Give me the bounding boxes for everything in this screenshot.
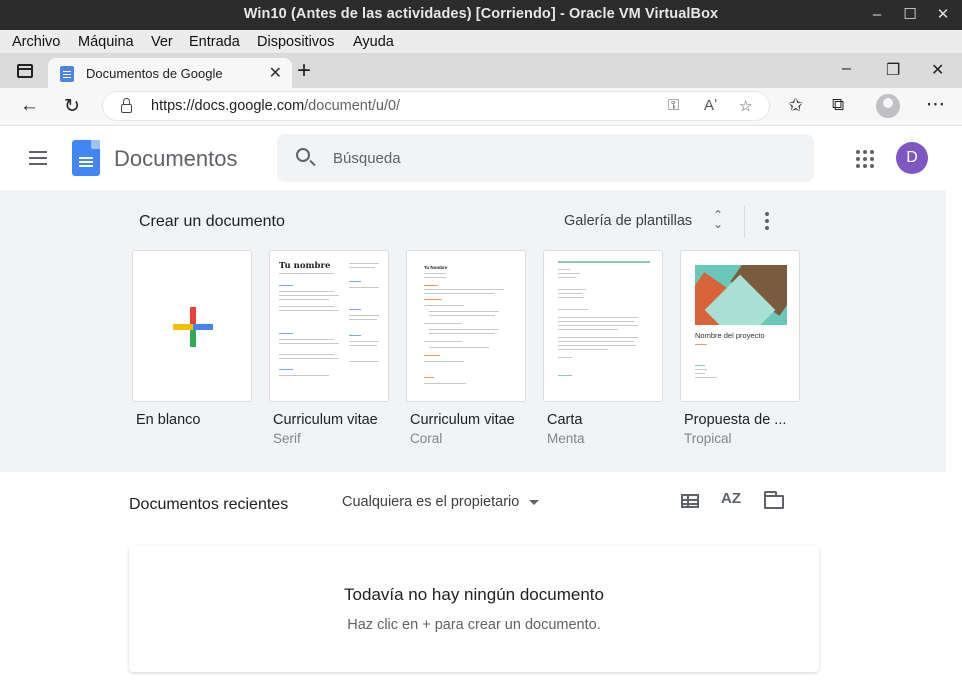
empty-state-title: Todavía no hay ningún documento	[344, 585, 604, 604]
app-name[interactable]: Documentos	[114, 146, 238, 172]
browser-tab[interactable]: Documentos de Google ✕	[48, 58, 292, 88]
maximize-icon[interactable]: ☐	[899, 4, 921, 26]
add-favorite-icon[interactable]: ☆	[739, 97, 752, 115]
template-letter-mint[interactable]: Carta Menta	[543, 250, 663, 446]
key-icon[interactable]: ⚿	[668, 97, 679, 114]
back-icon[interactable]: ←	[20, 95, 39, 117]
tab-actions-icon[interactable]	[17, 64, 33, 78]
template-thumbnail[interactable]	[543, 250, 663, 402]
list-view-icon[interactable]	[681, 494, 699, 508]
close-tab-icon[interactable]: ✕	[269, 63, 282, 83]
main-menu-icon[interactable]	[29, 151, 47, 165]
tab-title: Documentos de Google	[86, 66, 223, 81]
template-resume-serif[interactable]: Tu nombre Curriculum vitae Serif	[269, 250, 389, 446]
google-apps-icon[interactable]	[856, 150, 874, 168]
search-icon[interactable]	[296, 148, 310, 162]
divider	[744, 206, 745, 238]
menu-entrada[interactable]: Entrada	[189, 34, 240, 50]
browser-toolbar: ← ↻ https://docs.google.com/document/u/0…	[0, 88, 962, 126]
empty-state-card: Todavía no hay ningún documento Haz clic…	[129, 546, 819, 672]
template-thumbnail[interactable]: Tu Nombre	[406, 250, 526, 402]
browser-minimize-icon[interactable]: –	[842, 60, 851, 78]
profile-avatar[interactable]	[876, 94, 900, 118]
template-resume-coral[interactable]: Tu Nombre Curriculum vitae Coral	[406, 250, 526, 446]
gallery-title: Crear un documento	[139, 213, 285, 230]
template-thumbnail[interactable]: Nombre del proyecto	[680, 250, 800, 402]
template-thumbnail[interactable]	[132, 250, 252, 402]
thumb-heading: Nombre del proyecto	[695, 331, 765, 340]
template-name: Curriculum vitae	[273, 412, 378, 428]
menu-maquina[interactable]: Máquina	[78, 34, 134, 50]
sort-options-icon[interactable]: AZ	[721, 490, 741, 507]
new-tab-icon[interactable]: +	[297, 57, 311, 85]
refresh-icon[interactable]: ↻	[64, 95, 80, 118]
folder-picker-icon[interactable]	[764, 491, 784, 509]
template-subtitle: Serif	[273, 431, 301, 446]
template-subtitle: Tropical	[684, 431, 732, 446]
tropical-cover-image	[695, 265, 787, 325]
thumb-heading: Tu nombre	[279, 261, 331, 271]
menu-ayuda[interactable]: Ayuda	[353, 34, 394, 50]
browser-close-icon[interactable]: ✕	[931, 60, 944, 80]
template-proposal-tropical[interactable]: Nombre del proyecto Propuesta de ... Tro…	[680, 250, 800, 446]
menu-archivo[interactable]: Archivo	[12, 34, 60, 50]
template-thumbnail[interactable]: Tu nombre	[269, 250, 389, 402]
more-icon[interactable]: ⋯	[926, 93, 945, 116]
read-aloud-icon[interactable]: Aʼ	[704, 97, 717, 114]
browser-restore-icon[interactable]: ❐	[886, 60, 900, 80]
expand-collapse-icon[interactable]: ⌃ ⌄	[711, 209, 725, 230]
empty-state-subtitle: Haz clic en + para crear un documento.	[347, 617, 601, 633]
vbox-title-bar: Win10 (Antes de las actividades) [Corrie…	[0, 0, 962, 30]
template-subtitle: Menta	[547, 431, 585, 446]
owner-filter-dropdown[interactable]: Cualquiera es el propietario	[342, 494, 540, 510]
vbox-menu-bar: Archivo Máquina Ver Entrada Dispositivos…	[0, 30, 962, 54]
account-avatar[interactable]: D	[896, 142, 928, 174]
browser-tab-strip: Documentos de Google ✕ + – ❐ ✕	[0, 54, 962, 88]
template-name: En blanco	[136, 412, 201, 428]
menu-ver[interactable]: Ver	[151, 34, 173, 50]
recent-documents-title: Documentos recientes	[129, 496, 289, 513]
menu-dispositivos[interactable]: Dispositivos	[257, 34, 334, 50]
more-options-icon[interactable]	[765, 212, 769, 233]
docs-header: Documentos Búsqueda D	[0, 127, 962, 190]
template-name: Curriculum vitae	[410, 412, 515, 428]
docs-favicon-icon	[60, 66, 74, 82]
template-gallery: Crear un documento Galería de plantillas…	[0, 190, 946, 472]
minimize-icon[interactable]: –	[866, 4, 888, 26]
search-placeholder: Búsqueda	[333, 150, 401, 167]
lock-icon	[121, 98, 132, 113]
docs-logo-icon[interactable]	[72, 140, 100, 176]
favorites-icon[interactable]: ✩	[788, 95, 803, 116]
collections-icon[interactable]: ⧉	[832, 95, 844, 115]
search-input[interactable]: Búsqueda	[277, 134, 814, 182]
template-name: Carta	[547, 412, 583, 428]
template-gallery-button[interactable]: Galería de plantillas	[564, 213, 692, 229]
url-text[interactable]: https://docs.google.com/document/u/0/	[151, 98, 400, 114]
vbox-window-title: Win10 (Antes de las actividades) [Corrie…	[243, 6, 719, 22]
dropdown-arrow-icon	[529, 499, 540, 505]
template-subtitle: Coral	[410, 431, 443, 446]
template-name: Propuesta de ...	[684, 412, 787, 428]
template-blank[interactable]: En blanco	[132, 250, 252, 428]
google-plus-icon	[173, 307, 213, 347]
close-icon[interactable]: ✕	[932, 4, 954, 26]
address-bar[interactable]: https://docs.google.com/document/u/0/ ⚿ …	[102, 91, 770, 121]
thumb-heading: Tu Nombre	[424, 265, 448, 270]
